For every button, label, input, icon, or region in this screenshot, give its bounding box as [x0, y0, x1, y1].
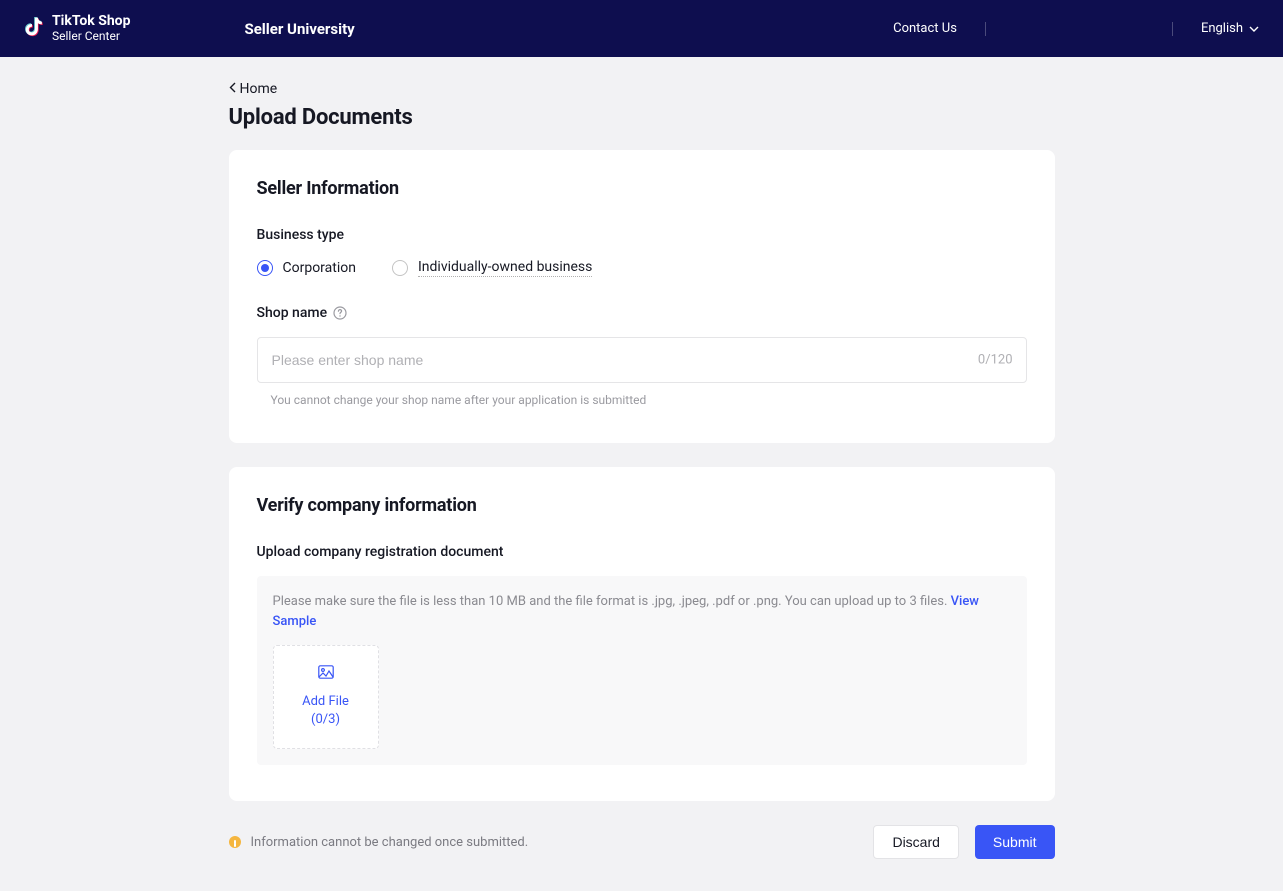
- tiktok-logo-icon: [24, 17, 44, 39]
- image-icon: [318, 665, 334, 683]
- help-icon[interactable]: [333, 305, 347, 321]
- shop-name-label: Shop name: [257, 305, 1027, 321]
- logo-text-line2: Seller Center: [52, 30, 130, 43]
- radio-individual-label: Individually-owned business: [418, 259, 592, 277]
- upload-area: Please make sure the file is less than 1…: [257, 576, 1027, 765]
- radio-icon: [257, 260, 273, 276]
- chevron-down-icon: [1249, 26, 1259, 32]
- radio-icon: [392, 260, 408, 276]
- warning-icon: [229, 836, 241, 848]
- upload-label: Upload company registration document: [257, 544, 1027, 560]
- verify-card: Verify company information Upload compan…: [229, 467, 1055, 801]
- seller-info-title: Seller Information: [257, 178, 1027, 199]
- page-title: Upload Documents: [229, 105, 1055, 130]
- submit-button[interactable]: Submit: [975, 825, 1055, 859]
- upload-note-text: Please make sure the file is less than 1…: [273, 594, 951, 609]
- back-link-label: Home: [240, 81, 278, 97]
- back-link[interactable]: Home: [229, 81, 278, 97]
- discard-button[interactable]: Discard: [873, 825, 958, 859]
- verify-title: Verify company information: [257, 495, 1027, 516]
- header-title: Seller University: [244, 20, 354, 38]
- business-type-label: Business type: [257, 227, 1027, 243]
- header-separator: [1172, 22, 1173, 36]
- radio-individual[interactable]: Individually-owned business: [392, 259, 592, 277]
- add-file-count: (0/3): [311, 712, 340, 727]
- shop-name-input[interactable]: [257, 337, 1027, 383]
- upload-note: Please make sure the file is less than 1…: [273, 592, 1011, 631]
- add-file-label: Add File (0/3): [302, 693, 349, 729]
- footer-bar: Information cannot be changed once submi…: [229, 825, 1055, 859]
- app-header: TikTok Shop Seller Center Seller Univers…: [0, 0, 1283, 57]
- chevron-left-icon: [229, 81, 236, 97]
- radio-corporation-label: Corporation: [283, 260, 356, 276]
- logo-text-line1: TikTok Shop: [52, 14, 130, 29]
- char-count: 0/120: [978, 353, 1013, 368]
- business-type-radio-group: Corporation Individually-owned business: [257, 259, 1027, 277]
- header-separator: [985, 22, 986, 36]
- contact-us-link[interactable]: Contact Us: [893, 21, 957, 36]
- radio-corporation[interactable]: Corporation: [257, 260, 356, 276]
- language-select[interactable]: English: [1201, 21, 1259, 36]
- seller-info-card: Seller Information Business type Corpora…: [229, 150, 1055, 443]
- logo: TikTok Shop Seller Center: [24, 14, 130, 43]
- add-file-button[interactable]: Add File (0/3): [273, 645, 379, 749]
- shop-name-label-text: Shop name: [257, 305, 328, 321]
- logo-text: TikTok Shop Seller Center: [52, 14, 130, 43]
- language-label: English: [1201, 21, 1243, 36]
- add-file-text: Add File: [302, 694, 349, 709]
- shop-name-helper: You cannot change your shop name after y…: [271, 393, 1027, 407]
